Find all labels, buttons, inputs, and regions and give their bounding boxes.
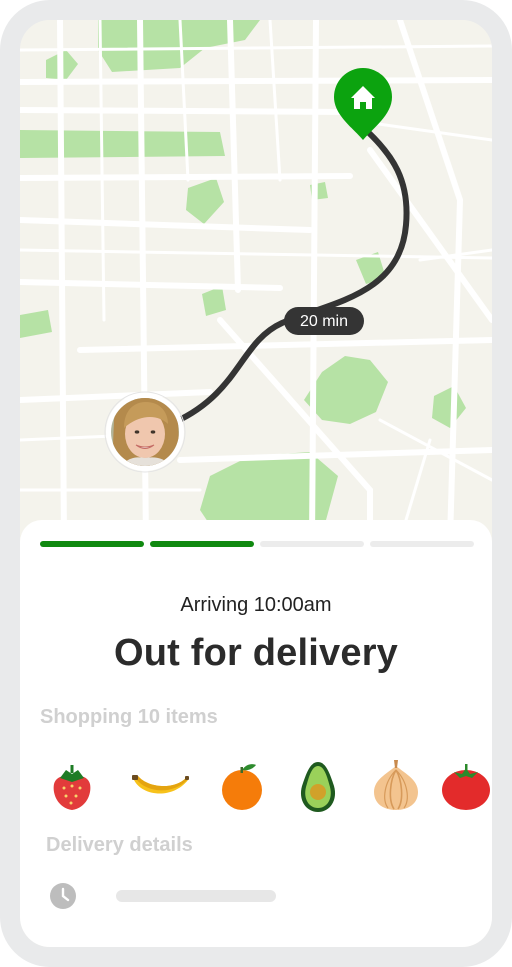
shopping-items <box>42 756 490 816</box>
map-canvas: 20 min <box>20 20 492 540</box>
progress-step <box>40 541 144 547</box>
delivery-details-label: Delivery details <box>46 834 193 856</box>
delivery-status-sheet: Arriving 10:00am Out for delivery Shoppi… <box>20 520 492 947</box>
avatar[interactable] <box>104 391 186 473</box>
progress-step <box>260 541 364 547</box>
avocado-icon <box>300 762 336 812</box>
onion-icon <box>374 760 418 810</box>
delivery-map[interactable]: 20 min <box>20 20 492 540</box>
shopping-label: Shopping 10 items <box>40 706 218 728</box>
order-status-title: Out for delivery <box>113 632 399 674</box>
banana-icon <box>132 775 189 794</box>
clock-icon <box>50 883 76 909</box>
orange-icon <box>222 764 262 810</box>
delivery-details-placeholder <box>116 890 276 902</box>
phone-frame: 20 min Arriving 10:00am Out for delivery… <box>0 0 512 967</box>
eta-pill: 20 min <box>284 307 364 335</box>
eta-label: 20 min <box>300 313 348 330</box>
strawberry-icon <box>53 765 91 810</box>
arrival-time: Arriving 10:00am <box>180 594 332 616</box>
progress-step <box>370 541 474 547</box>
delivery-progress-bar <box>40 541 474 547</box>
tomato-icon <box>442 764 490 810</box>
progress-step <box>150 541 254 547</box>
